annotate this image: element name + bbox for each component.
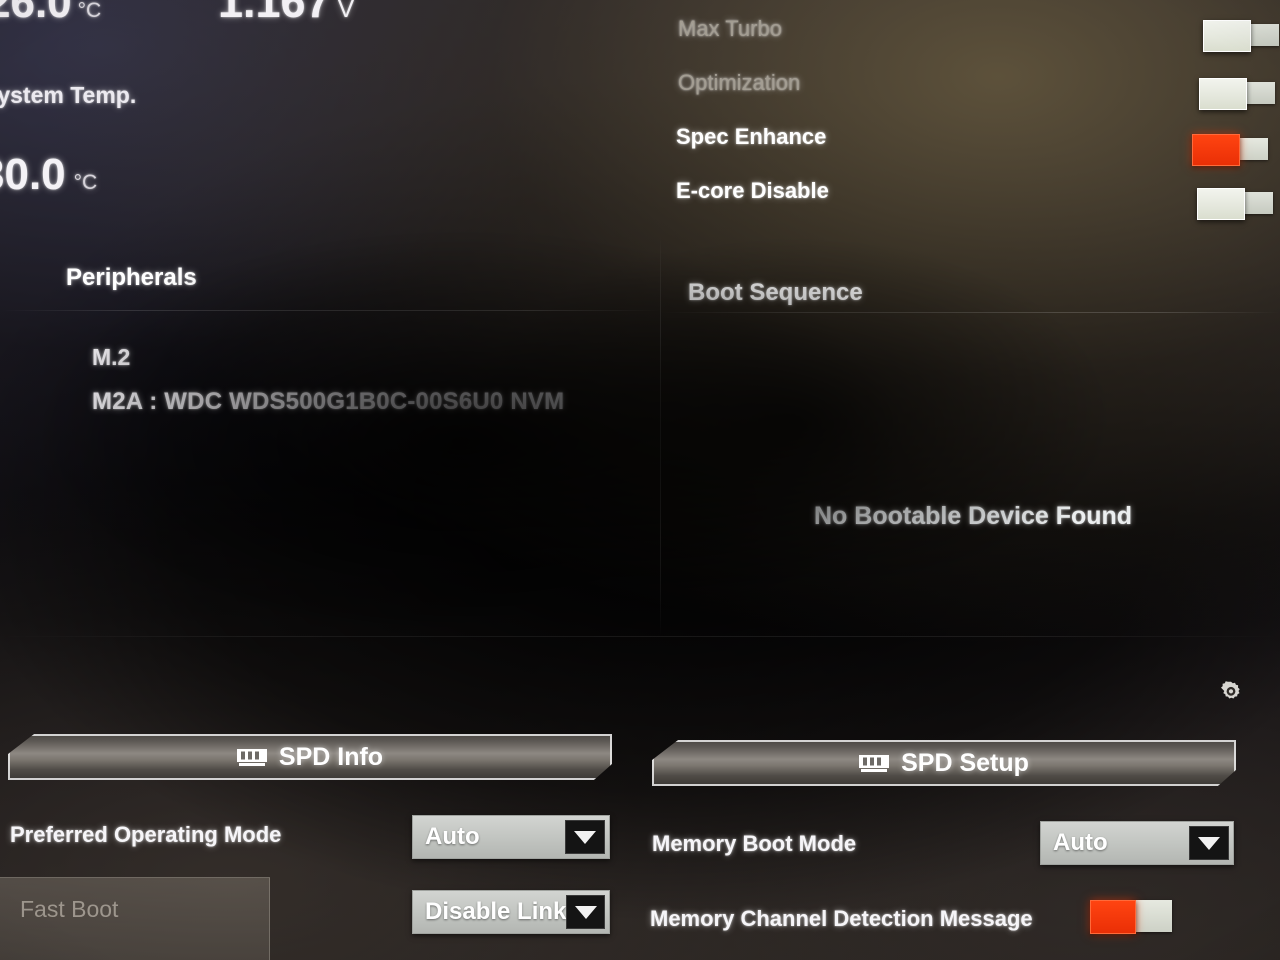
toggle-max-turbo[interactable] <box>1203 20 1279 52</box>
label-memory-channel-detection-message: Memory Channel Detection Message <box>650 906 1033 931</box>
memory-dimm-icon <box>237 747 267 768</box>
dropdown-preferred-operating-mode[interactable]: Auto <box>412 815 610 859</box>
toggle-e-core-disable[interactable] <box>1197 188 1273 220</box>
divider-peripherals <box>0 310 660 311</box>
toggle-knob <box>1203 20 1251 52</box>
no-bootable-device-message: No Bootable Device Found <box>814 502 1133 530</box>
chevron-down-icon[interactable] <box>566 895 605 929</box>
panel-header-spd-setup[interactable]: SPD Setup <box>652 740 1236 786</box>
toggle-label-optimization: Optimization <box>678 70 801 95</box>
bios-screen: 26.0°C 1.167V System Temp. 30.0°C Max Tu… <box>0 0 1280 960</box>
m2-group-label: M.2 <box>92 344 131 370</box>
toggle-label-e-core-disable: E-core Disable <box>676 178 829 203</box>
fast-boot-label: Fast Boot <box>20 896 119 922</box>
system-temp-unit: °C <box>73 171 98 194</box>
label-preferred-operating-mode: Preferred Operating Mode <box>10 822 282 847</box>
toggle-optimization[interactable] <box>1199 78 1275 110</box>
dropdown-value: Auto <box>425 823 480 850</box>
boot-sequence-title: Boot Sequence <box>688 279 863 306</box>
toggle-spec-enhance[interactable] <box>1192 134 1268 166</box>
gear-icon[interactable] <box>1219 680 1243 704</box>
cpu-voltage-readout: 1.167 V <box>218 0 354 28</box>
divider-vertical <box>660 236 661 636</box>
cpu-temp-value: 26.0 <box>0 0 72 27</box>
dropdown-value: Disable Link <box>425 898 567 925</box>
chevron-down-icon[interactable] <box>565 820 605 854</box>
system-temp-value: 30.0 <box>0 150 66 199</box>
system-temp-label: System Temp. <box>0 82 137 108</box>
dropdown-value: Auto <box>1053 829 1108 856</box>
chevron-down-icon[interactable] <box>1189 826 1229 860</box>
dropdown-disable-link[interactable]: Disable Link <box>412 890 610 934</box>
panel-title-spd-info: SPD Info <box>278 742 384 771</box>
cpu-temp-readout: 26.0°C <box>0 0 101 28</box>
toggle-memory-channel-detection-message[interactable] <box>1090 900 1172 934</box>
m2-device-entry[interactable]: M2A : WDC WDS500G1B0C-00S6U0 NVM <box>92 388 564 416</box>
cpu-temp-unit: °C <box>77 0 102 22</box>
label-memory-boot-mode: Memory Boot Mode <box>652 831 857 856</box>
toggle-knob <box>1090 900 1136 934</box>
dropdown-memory-boot-mode[interactable]: Auto <box>1040 821 1234 865</box>
toggle-label-spec-enhance: Spec Enhance <box>676 124 827 149</box>
memory-dimm-icon <box>859 753 889 774</box>
peripherals-title: Peripherals <box>66 264 197 291</box>
toggle-knob <box>1197 188 1245 220</box>
toggle-track <box>1130 900 1172 932</box>
cpu-voltage-value: 1.167 <box>218 0 331 27</box>
system-temp-readout: 30.0 °C <box>0 150 97 200</box>
divider-boot <box>660 312 1280 313</box>
toggle-knob <box>1192 134 1240 166</box>
toggle-knob <box>1199 78 1247 110</box>
panel-title-spd-setup: SPD Setup <box>901 748 1029 777</box>
toggle-label-max-turbo: Max Turbo <box>678 16 782 41</box>
panel-header-spd-info[interactable]: SPD Info <box>8 734 612 780</box>
divider-lower <box>0 636 1280 637</box>
cpu-voltage-unit: V <box>337 0 355 23</box>
